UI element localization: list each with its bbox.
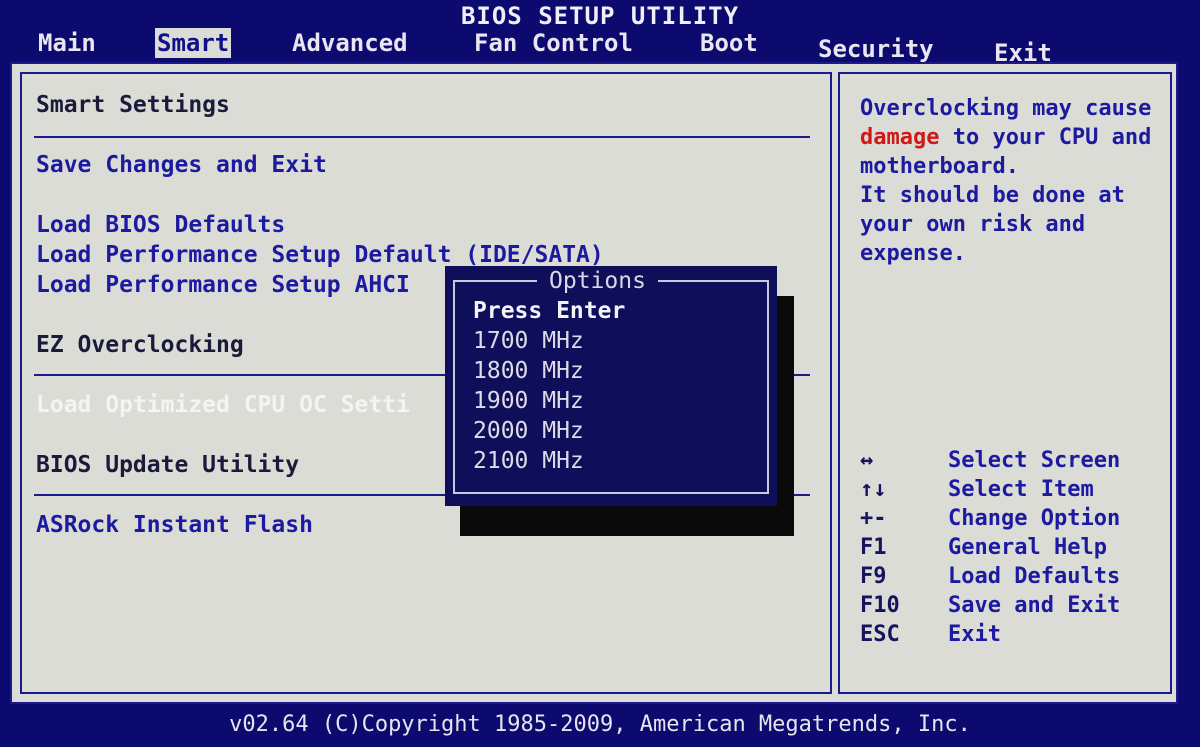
ez-overclocking-item[interactable]: EZ Overclocking — [36, 330, 244, 360]
up-down-arrows-icon: ↑↓ — [860, 477, 887, 502]
f10-key: F10 — [860, 593, 900, 618]
tab-advanced[interactable]: Advanced — [290, 28, 410, 58]
f1-key: F1 — [860, 535, 887, 560]
plus-minus-key: +- — [860, 506, 887, 531]
esc-key: ESC — [860, 622, 900, 647]
option-1900-mhz[interactable]: 1900 MHz — [473, 386, 584, 416]
menu-bar: Main Smart Advanced Fan Control Boot Sec… — [0, 28, 1200, 67]
option-2100-mhz[interactable]: 2100 MHz — [473, 446, 584, 476]
bios-update-utility-item[interactable]: BIOS Update Utility — [36, 450, 299, 480]
f9-key: F9 — [860, 564, 887, 589]
warning-word: damage — [860, 125, 940, 150]
option-1800-mhz[interactable]: 1800 MHz — [473, 356, 584, 386]
help-line: Overclocking may cause — [860, 96, 1152, 121]
key-description: Change Option — [948, 506, 1121, 531]
tab-fan-control[interactable]: Fan Control — [472, 28, 635, 58]
load-optimized-cpu-oc-item: Load Optimized CPU OC Setti — [36, 392, 410, 418]
tab-security[interactable]: Security — [816, 34, 936, 64]
section-heading: Smart Settings — [36, 92, 230, 118]
key-description: General Help — [948, 535, 1107, 560]
tab-boot[interactable]: Boot — [698, 28, 760, 58]
key-description: Select Item — [948, 477, 1094, 502]
help-line: your own risk and — [860, 212, 1086, 237]
key-description: Exit — [948, 622, 1001, 647]
tab-smart[interactable]: Smart — [155, 28, 232, 58]
help-line: damage to your CPU and — [860, 123, 1166, 152]
option-1700-mhz[interactable]: 1700 MHz — [473, 326, 584, 356]
copyright-footer: v02.64 (C)Copyright 1985-2009, American … — [229, 712, 971, 737]
option-press-enter[interactable]: Press Enter — [473, 296, 625, 326]
popup-title: Options — [537, 268, 658, 294]
help-pane: Overclocking may cause damage to your CP… — [838, 72, 1172, 694]
option-2000-mhz[interactable]: 2000 MHz — [473, 416, 584, 446]
key-description: Load Defaults — [948, 564, 1121, 589]
help-line: expense. — [860, 241, 966, 266]
asrock-instant-flash-item[interactable]: ASRock Instant Flash — [36, 510, 313, 540]
help-line-rest: to your CPU and — [939, 125, 1152, 150]
key-description: Select Screen — [948, 448, 1121, 473]
help-line: motherboard. — [860, 154, 1019, 179]
help-text: Overclocking may cause damage to your CP… — [860, 94, 1166, 268]
key-description: Save and Exit — [948, 593, 1121, 618]
load-performance-ahci-item[interactable]: Load Performance Setup AHCI — [36, 270, 410, 300]
divider — [34, 136, 810, 138]
save-changes-exit-item[interactable]: Save Changes and Exit — [36, 150, 327, 180]
help-line: It should be done at — [860, 183, 1125, 208]
tab-main[interactable]: Main — [36, 28, 98, 58]
left-right-arrows-icon: ↔ — [860, 448, 874, 473]
bios-title: BIOS SETUP UTILITY — [460, 2, 740, 30]
options-popup: Options Press Enter 1700 MHz 1800 MHz 19… — [445, 266, 777, 506]
load-bios-defaults-item[interactable]: Load BIOS Defaults — [36, 210, 285, 240]
